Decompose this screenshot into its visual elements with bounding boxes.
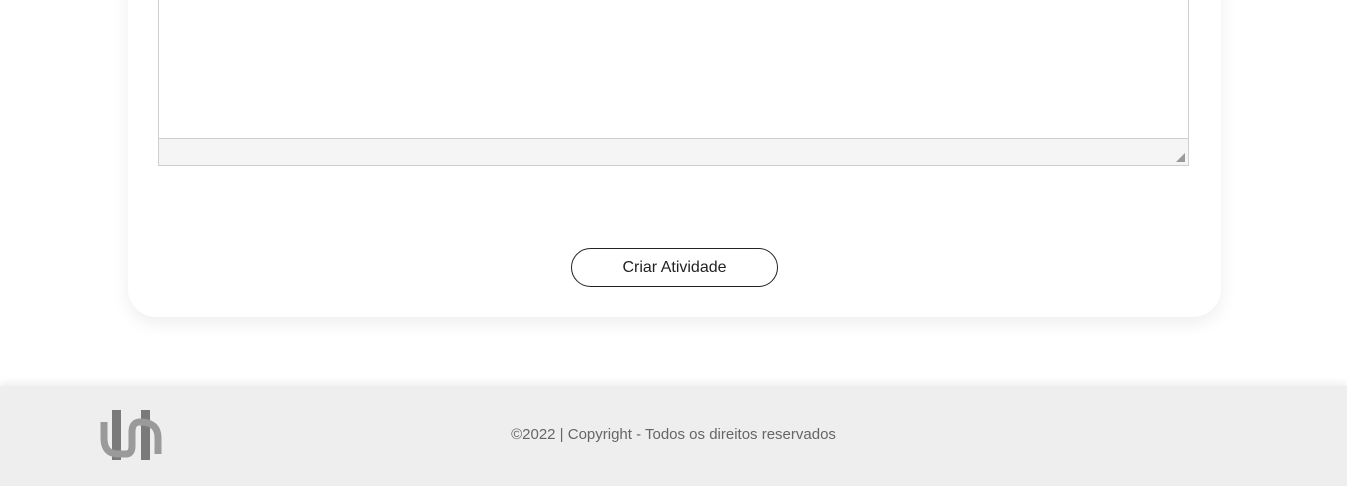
editor-status-bar — [159, 138, 1188, 165]
activity-form-card: Criar Atividade — [128, 0, 1221, 317]
description-editor[interactable] — [158, 0, 1189, 166]
page: Criar Atividade ©2022 | Copyright - Todo… — [0, 0, 1347, 486]
resize-handle-icon[interactable] — [1176, 153, 1185, 162]
footer: ©2022 | Copyright - Todos os direitos re… — [0, 386, 1347, 486]
copyright-text: ©2022 | Copyright - Todos os direitos re… — [511, 426, 836, 443]
editor-text-area[interactable] — [159, 0, 1188, 140]
create-activity-button[interactable]: Criar Atividade — [571, 248, 778, 287]
